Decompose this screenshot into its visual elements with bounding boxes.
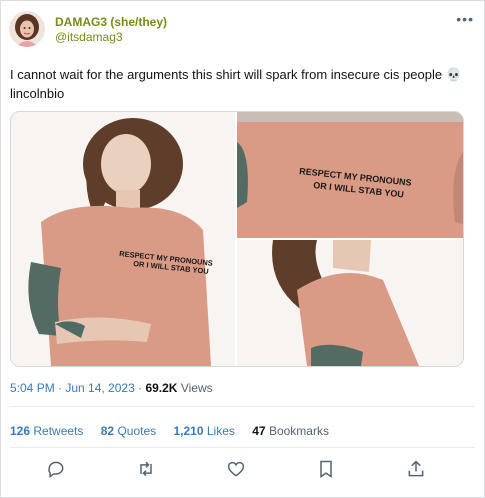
divider — [10, 406, 475, 407]
tweet-card: DAMAG3 (she/they) @itsdamag3 ••• I canno… — [0, 0, 485, 498]
likes-label: Likes — [206, 424, 235, 438]
engagement-stats: 126 Retweets 82 Quotes 1,210 Likes 47 Bo… — [10, 424, 343, 438]
timestamp[interactable]: 5:04 PM · Jun 14, 2023 — [10, 381, 135, 395]
photo-top-right: RESPECT MY PRONOUNS OR I WILL STAB YOU — [237, 112, 463, 238]
retweet-icon[interactable] — [136, 459, 158, 481]
heart-icon[interactable] — [226, 459, 248, 481]
divider — [10, 447, 475, 448]
tweet-meta: 5:04 PM · Jun 14, 2023 · 69.2K Views — [10, 381, 213, 395]
action-bar — [1, 459, 484, 483]
retweets-count: 126 — [10, 424, 31, 438]
reply-icon[interactable] — [46, 459, 68, 481]
quotes-label: Quotes — [117, 424, 157, 438]
bookmarks-label: Bookmarks — [268, 424, 329, 438]
views-label: Views — [180, 381, 213, 395]
bookmarks-count: 47 — [252, 424, 266, 438]
media-grid: RESPECT MY PRONOUNS OR I WILL STAB YOU R… — [10, 111, 464, 367]
quotes-count: 82 — [100, 424, 115, 438]
handle[interactable]: @itsdamag3 — [55, 30, 167, 45]
media-photos[interactable]: RESPECT MY PRONOUNS OR I WILL STAB YOU R… — [11, 112, 463, 366]
retweets-stat[interactable]: 126 Retweets — [10, 424, 83, 438]
retweets-label: Retweets — [33, 424, 84, 438]
tweet-header: DAMAG3 (she/they) @itsdamag3 ••• — [9, 11, 476, 51]
author-names: DAMAG3 (she/they) @itsdamag3 — [55, 15, 167, 45]
share-icon[interactable] — [406, 459, 428, 481]
more-icon[interactable]: ••• — [456, 11, 474, 27]
display-name[interactable]: DAMAG3 (she/they) — [55, 15, 167, 30]
bookmarks-stat[interactable]: 47 Bookmarks — [252, 424, 329, 438]
tweet-text: I cannot wait for the arguments this shi… — [10, 67, 462, 101]
avatar[interactable] — [9, 11, 45, 47]
bookmark-icon[interactable] — [316, 459, 338, 481]
quotes-stat[interactable]: 82 Quotes — [101, 424, 156, 438]
views-count: 69.2K — [145, 381, 178, 395]
likes-count: 1,210 — [173, 424, 204, 438]
photo-bottom-right — [237, 240, 463, 366]
likes-stat[interactable]: 1,210 Likes — [174, 424, 235, 438]
photo-left: RESPECT MY PRONOUNS OR I WILL STAB YOU — [11, 112, 235, 366]
